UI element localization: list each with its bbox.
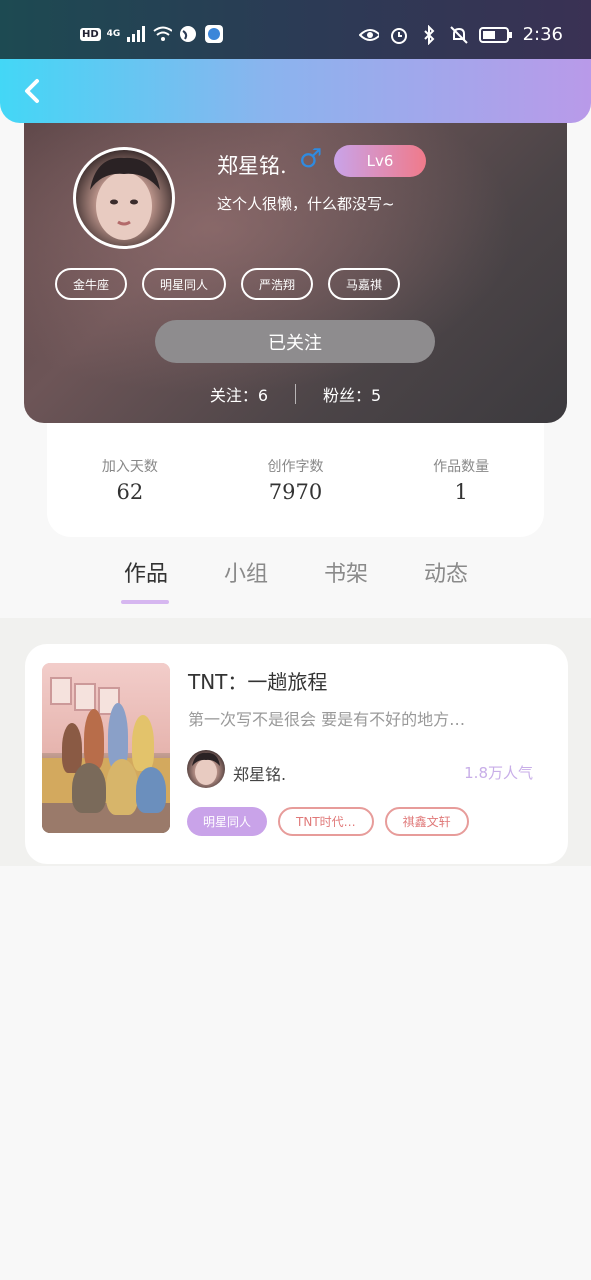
stat-label: 作品数量 xyxy=(433,459,490,475)
alarm-icon xyxy=(389,25,409,45)
stat-label: 加入天数 xyxy=(101,459,158,475)
tab-active-indicator xyxy=(121,600,169,604)
profile-tags: 金牛座 明星同人 严浩翔 马嘉祺 xyxy=(55,268,401,300)
user-avatar[interactable] xyxy=(73,147,175,249)
tab-label: 书架 xyxy=(323,562,368,587)
male-gender-icon: ♂ xyxy=(299,144,323,174)
following-count[interactable]: 关注：6 xyxy=(210,382,268,406)
tab-label: 作品 xyxy=(123,562,168,587)
eye-icon xyxy=(358,25,379,45)
work-description: 第一次写不是很会 要是有不好的地方… xyxy=(188,710,466,729)
stat-value: 1 xyxy=(454,480,468,504)
tab-groups[interactable]: 小组 xyxy=(196,556,296,604)
divider xyxy=(295,384,296,404)
follow-button[interactable]: 已关注 xyxy=(155,320,435,363)
stat-value: 7970 xyxy=(268,480,323,504)
profile-tag[interactable]: 明星同人 xyxy=(142,268,227,300)
bluetooth-icon xyxy=(419,24,439,45)
work-tag[interactable]: 明星同人 xyxy=(187,807,268,836)
cover-person xyxy=(62,723,82,773)
cover-person xyxy=(132,715,154,771)
stat-join-days: 加入天数 62 xyxy=(50,420,210,537)
header-bar xyxy=(0,59,591,123)
battery-icon xyxy=(478,25,513,45)
follow-stats: 关注：6 粉丝：5 xyxy=(24,382,567,406)
stats-card: 加入天数 62 创作字数 7970 作品数量 1 xyxy=(47,420,544,537)
hd-icon: HD xyxy=(80,27,101,41)
cover-person xyxy=(136,767,166,813)
author-face-image xyxy=(192,752,220,785)
chevron-left-icon xyxy=(25,79,39,103)
tab-works[interactable]: 作品 xyxy=(96,556,196,604)
tab-label: 小组 xyxy=(223,562,268,587)
network-type-label: 4G xyxy=(106,29,121,39)
popularity-count: 1.8万人气 xyxy=(464,764,533,782)
work-card[interactable]: TNT：一趟旅程 第一次写不是很会 要是有不好的地方… 郑星铭. 1.8万人气 … xyxy=(25,644,568,864)
profile-card: 郑星铭. ♂ Lv6 这个人很懒，什么都没写~ 金牛座 明星同人 严浩翔 马嘉祺… xyxy=(24,100,567,423)
profile-tag[interactable]: 马嘉祺 xyxy=(328,268,401,300)
cover-person xyxy=(72,763,106,813)
stat-label: 创作字数 xyxy=(267,459,324,475)
status-bar-right: 2:36 xyxy=(358,24,563,45)
wifi-icon xyxy=(152,24,173,44)
signal-icon xyxy=(126,24,146,44)
work-tag[interactable]: TNT时代… xyxy=(278,807,374,836)
work-tag[interactable]: 祺鑫文轩 xyxy=(384,807,469,836)
work-cover-image xyxy=(42,663,170,833)
level-badge: Lv6 xyxy=(334,145,426,177)
mute-icon xyxy=(449,25,469,45)
stat-value: 62 xyxy=(116,480,144,504)
work-tags: 明星同人 TNT时代… 祺鑫文轩 xyxy=(187,807,469,836)
work-title[interactable]: TNT：一趟旅程 xyxy=(188,666,327,695)
stat-work-count: 作品数量 1 xyxy=(381,420,541,537)
back-button[interactable] xyxy=(16,75,48,107)
app-notification-icon xyxy=(204,24,224,44)
profile-tag[interactable]: 金牛座 xyxy=(55,268,128,300)
username: 郑星铭. xyxy=(217,154,287,178)
tab-label: 动态 xyxy=(423,562,468,587)
cover-frame xyxy=(50,677,72,705)
cover-person xyxy=(106,759,138,815)
content-tabs: 作品 小组 书架 动态 xyxy=(96,556,496,604)
author-name[interactable]: 郑星铭. xyxy=(233,761,286,785)
avatar-face-image xyxy=(90,157,160,240)
profile-tag[interactable]: 严浩翔 xyxy=(241,268,314,300)
followers-count[interactable]: 粉丝：5 xyxy=(323,382,381,406)
tab-activity[interactable]: 动态 xyxy=(396,556,496,604)
clock-time: 2:36 xyxy=(522,24,563,45)
cover-person xyxy=(84,709,104,769)
author-avatar[interactable] xyxy=(187,750,225,788)
stat-word-count: 创作字数 7970 xyxy=(215,420,375,537)
tab-bookshelf[interactable]: 书架 xyxy=(296,556,396,604)
user-bio: 这个人很懒，什么都没写~ xyxy=(217,195,395,213)
status-bar-left: HD 4G xyxy=(80,24,224,44)
cover-frame xyxy=(74,683,96,711)
globe-icon xyxy=(178,24,198,44)
